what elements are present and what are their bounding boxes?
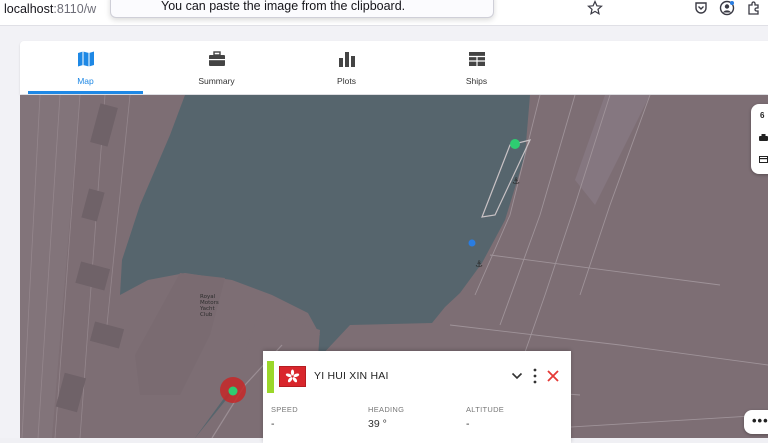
stat-heading: HEADING 39 ° xyxy=(368,405,404,430)
ship-status-accent xyxy=(267,361,274,393)
url-bar[interactable]: localhost:8110/w xyxy=(4,2,96,16)
stat-value: 39 ° xyxy=(368,418,387,430)
stat-label: SPEED xyxy=(271,405,298,414)
more-options-button[interactable]: ••• xyxy=(744,410,768,434)
tab-ships[interactable]: Ships xyxy=(419,41,534,94)
chevron-down-icon[interactable] xyxy=(511,371,523,381)
pocket-icon[interactable] xyxy=(693,0,709,16)
tab-summary[interactable]: Summary xyxy=(159,41,274,94)
account-icon[interactable] xyxy=(719,0,735,16)
stat-value: - xyxy=(271,418,275,430)
active-tab-indicator xyxy=(28,91,143,94)
close-icon[interactable] xyxy=(547,370,559,382)
tab-label: Summary xyxy=(198,76,235,86)
bar-chart-icon xyxy=(338,52,355,67)
card-icon[interactable] xyxy=(759,156,768,163)
stat-speed: SPEED - xyxy=(271,405,298,430)
ship-info-panel: YI HUI XIN HAI SPEED - HEADING 39 ° ALTI… xyxy=(263,351,571,443)
svg-text:⚓: ⚓ xyxy=(475,260,483,270)
svg-text:⚓: ⚓ xyxy=(512,177,520,187)
table-icon xyxy=(468,52,485,66)
kebab-menu-icon[interactable] xyxy=(533,368,537,384)
map-icon xyxy=(77,51,94,67)
tab-label: Map xyxy=(77,76,94,86)
clipboard-popup: You can paste the image from the clipboa… xyxy=(110,0,494,18)
stat-label: ALTITUDE xyxy=(466,405,505,414)
ship-layer-icon[interactable] xyxy=(759,134,768,141)
ship-count: 6 xyxy=(760,111,765,120)
star-icon[interactable] xyxy=(587,0,603,16)
tab-bar: Map Summary Plots Ships xyxy=(20,41,768,94)
stat-label: HEADING xyxy=(368,405,405,414)
url-path: :8110/w xyxy=(53,2,97,16)
popup-text: You can paste the image from the clipboa… xyxy=(161,0,406,13)
tab-map[interactable]: Map xyxy=(28,41,143,94)
map-layer-controls[interactable]: 6 xyxy=(751,104,768,174)
ship-marker[interactable] xyxy=(510,139,520,149)
ship-name: YI HUI XIN HAI xyxy=(314,370,389,382)
ship-marker[interactable] xyxy=(468,239,476,247)
url-host: localhost xyxy=(4,2,54,16)
stat-altitude: ALTITUDE - xyxy=(466,405,504,430)
briefcase-icon xyxy=(208,51,225,66)
tab-label: Plots xyxy=(337,76,356,86)
browser-toolbar: localhost:8110/w You can paste the image… xyxy=(0,0,768,26)
hong-kong-flag-icon xyxy=(279,366,306,387)
more-dots: ••• xyxy=(752,413,768,428)
stat-value: - xyxy=(466,418,470,430)
extensions-icon[interactable] xyxy=(746,0,762,16)
map-label: Club xyxy=(200,312,213,318)
tab-label: Ships xyxy=(465,76,488,86)
tab-plots[interactable]: Plots xyxy=(289,41,404,94)
